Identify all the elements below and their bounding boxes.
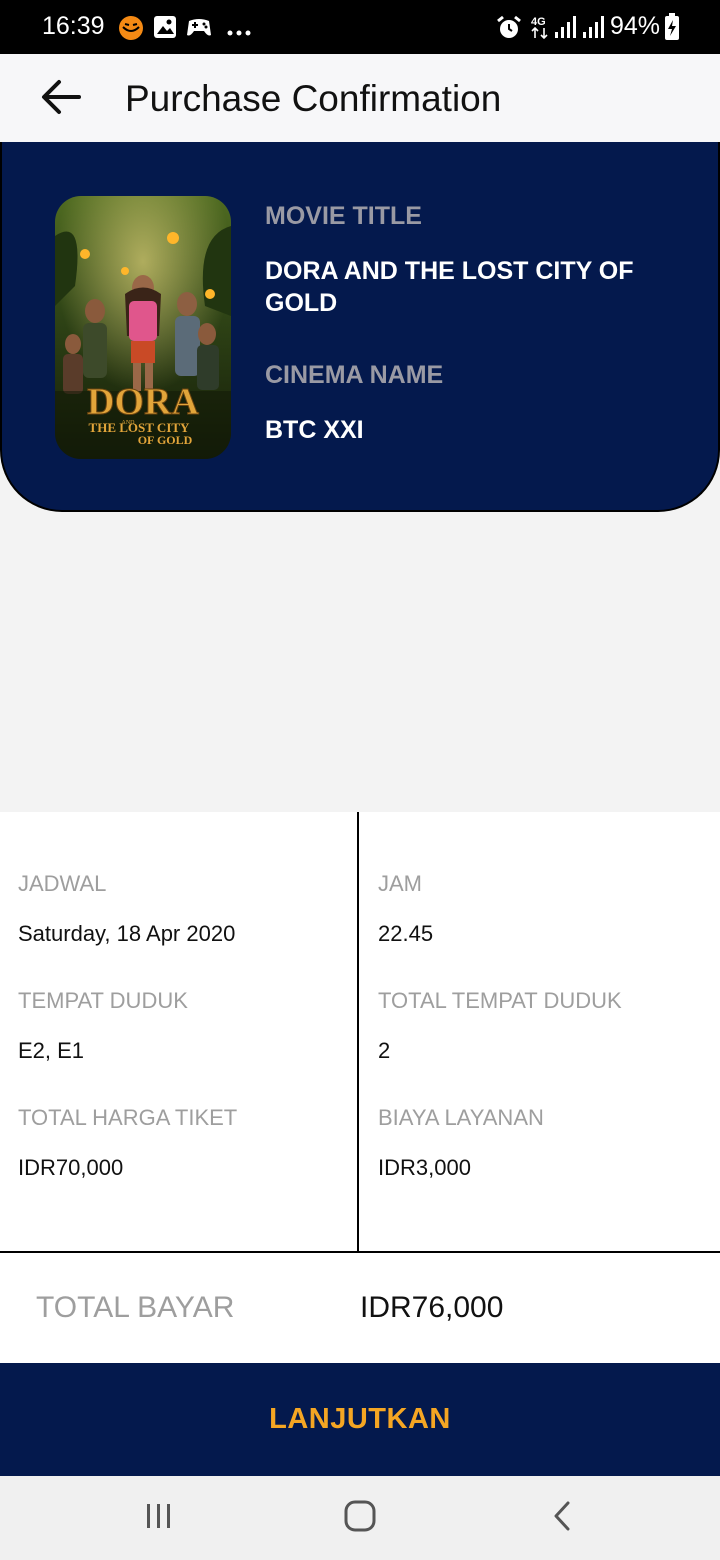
app-bar: Purchase Confirmation [0,54,720,144]
schedule-label: JADWAL [18,871,107,896]
signal-icon [554,15,578,44]
status-bar: 16:39 4G 94% [0,0,720,54]
cinema-name-label: CINEMA NAME [265,361,444,389]
back-arrow-icon [41,79,81,120]
service-fee-value: IDR3,000 [378,1155,471,1180]
more-dots-icon [226,24,252,42]
back-icon [552,1501,572,1536]
svg-text:4G: 4G [531,16,546,28]
ticket-total-label: TOTAL HARGA TIKET [18,1105,238,1130]
total-payment-row: TOTAL BAYAR IDR76,000 [0,1253,720,1363]
total-payment-value: IDR76,000 [360,1291,504,1324]
alarm-icon [496,15,522,46]
total-seats-value: 2 [378,1038,391,1063]
seats-value: E2, E1 [18,1038,85,1063]
recent-apps-icon [144,1502,174,1535]
service-fee-label: BIAYA LAYANAN [378,1105,544,1130]
movie-title: DORA AND THE LOST CITY OF GOLD [265,257,634,317]
seats-label: TEMPAT DUDUK [18,988,188,1013]
column-divider [357,812,359,1251]
schedule-value: Saturday, 18 Apr 2020 [18,921,236,946]
recent-apps-button[interactable] [129,1496,189,1540]
time-label: JAM [378,871,422,896]
home-icon [344,1500,376,1537]
game-controller-icon [186,15,212,44]
back-button[interactable] [32,74,90,124]
nav-back-button[interactable] [532,1496,592,1540]
poster-logo-text: DORA [87,381,199,423]
total-seats-label: TOTAL TEMPAT DUDUK [378,988,622,1013]
ticket-total-value: IDR70,000 [18,1155,124,1180]
battery-charging-icon [664,13,680,46]
signal-icon [582,15,606,44]
continue-button[interactable]: LANJUTKAN [0,1363,720,1476]
movie-poster: DORA AND THE LOST CITY OF GOLD [55,196,231,459]
total-payment-label: TOTAL BAYAR [36,1291,235,1324]
movie-card: DORA AND THE LOST CITY OF GOLD MOVIE TIT… [0,142,720,512]
booking-details: JADWAL Saturday, 18 Apr 2020 JAM 22.45 T… [0,812,720,1253]
status-time: 16:39 [42,12,105,40]
time-value: 22.45 [378,921,434,946]
system-nav-bar [0,1476,720,1560]
continue-button-label: LANJUTKAN [269,1403,451,1435]
network-4g-icon: 4G [530,14,550,45]
home-button[interactable] [330,1496,390,1540]
app-notification-icon [118,15,144,46]
battery-percentage: 94% [610,12,661,40]
poster-subtitle-2: OF GOLD [138,433,193,447]
image-icon [153,15,177,44]
cinema-name: BTC XXI [265,416,364,444]
movie-title-label: MOVIE TITLE [265,202,422,230]
page-title: Purchase Confirmation [125,78,502,119]
